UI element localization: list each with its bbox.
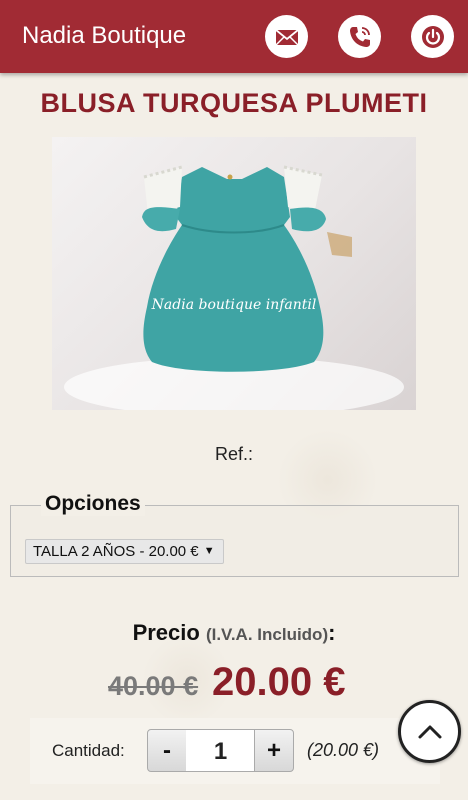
- price-colon: :: [328, 620, 336, 645]
- size-select[interactable]: TALLA 2 AÑOS - 20.00 € ▼: [25, 539, 224, 564]
- scroll-to-top-button[interactable]: [398, 700, 461, 763]
- product-ref: Ref.:: [214, 444, 253, 464]
- dropdown-arrow-icon: ▼: [203, 545, 215, 557]
- blouse-illustration: Nadia boutique infantil: [64, 165, 404, 410]
- current-price: 20.00 €: [212, 660, 346, 704]
- quantity-decrease-button[interactable]: -: [147, 729, 187, 772]
- mail-button[interactable]: [265, 15, 308, 58]
- quantity-label: Cantidad:: [52, 741, 125, 760]
- product-image[interactable]: Nadia boutique infantil: [52, 137, 416, 410]
- price-heading: Precio (I.V.A. Incluido):: [0, 620, 468, 646]
- mail-icon: [274, 28, 299, 46]
- brand-title[interactable]: Nadia Boutique: [22, 22, 186, 50]
- price-label: Precio: [132, 620, 200, 645]
- product-title: BLUSA TURQUESA PLUMETI: [40, 88, 428, 118]
- options-legend: Opciones: [41, 492, 145, 516]
- size-select-value: TALLA 2 AÑOS - 20.00 €: [33, 543, 199, 560]
- power-button[interactable]: [411, 15, 454, 58]
- quantity-subtotal: (20.00 €): [307, 740, 380, 760]
- chevron-up-icon: [418, 725, 441, 738]
- quantity-increase-button[interactable]: +: [254, 729, 294, 772]
- phone-button[interactable]: [338, 15, 381, 58]
- old-price: 40.00 €: [108, 671, 199, 701]
- phone-icon: [349, 26, 370, 47]
- quantity-input[interactable]: 1: [186, 729, 255, 772]
- header-bar: Nadia Boutique: [0, 0, 468, 73]
- image-watermark: Nadia boutique infantil: [151, 297, 317, 313]
- quantity-bar: Cantidad: - 1 + (20.00 €): [30, 718, 440, 784]
- options-fieldset: Opciones TALLA 2 AÑOS - 20.00 € ▼: [10, 492, 459, 577]
- power-icon: [421, 25, 444, 48]
- tax-note: (I.V.A. Incluido): [205, 625, 329, 644]
